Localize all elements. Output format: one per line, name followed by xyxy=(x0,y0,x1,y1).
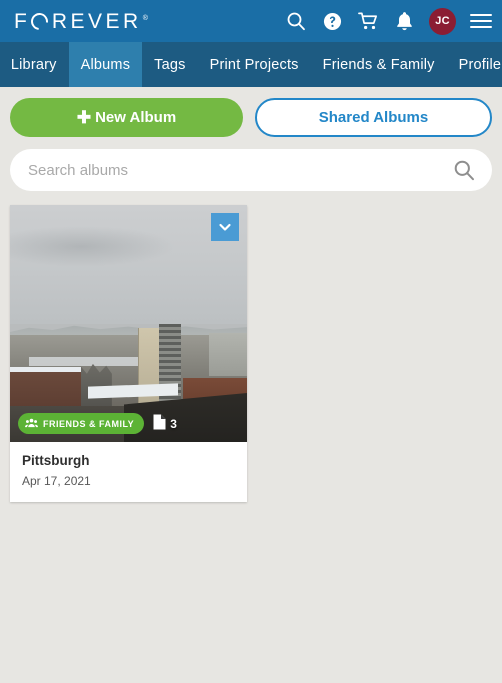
nav-item-library[interactable]: Library xyxy=(0,42,69,87)
hamburger-line xyxy=(470,14,492,16)
logo-text-pre: F xyxy=(14,9,31,33)
hamburger-line xyxy=(470,20,492,22)
hamburger-menu-icon[interactable] xyxy=(470,12,492,30)
header-actions: JC xyxy=(285,7,492,35)
action-button-row: ✚ New Album Shared Albums xyxy=(10,98,492,137)
main-navigation: Library Albums Tags Print Projects Frien… xyxy=(0,42,502,87)
album-thumbnail[interactable]: FRIENDS & FAMILY 3 xyxy=(10,205,247,442)
logo-text-post: REVER xyxy=(51,9,142,33)
plus-icon: ✚ xyxy=(76,108,92,127)
nav-item-profile[interactable]: Profile xyxy=(447,42,502,87)
status-badge-friends-family: FRIENDS & FAMILY xyxy=(18,413,145,434)
search-submit-icon[interactable] xyxy=(450,156,478,184)
album-title: Pittsburgh xyxy=(22,453,90,468)
nav-item-tags[interactable]: Tags xyxy=(142,42,197,87)
search-bar xyxy=(10,149,492,191)
new-album-button[interactable]: ✚ New Album xyxy=(10,98,243,137)
photo-count-label: 3 xyxy=(170,416,177,431)
logo-o-mark xyxy=(27,9,52,33)
album-grid: FRIENDS & FAMILY 3 Pittsburgh Apr 17, 20… xyxy=(10,205,492,503)
friends-family-badge-label: FRIENDS & FAMILY xyxy=(43,418,135,429)
thumbnail-snow xyxy=(28,356,138,367)
people-group-icon xyxy=(25,418,38,430)
search-icon[interactable] xyxy=(285,10,307,32)
page-content: ✚ New Album Shared Albums Search albums … xyxy=(0,87,502,503)
album-photo-count: 3 xyxy=(153,414,177,433)
album-badges: FRIENDS & FAMILY 3 xyxy=(18,413,177,434)
album-info: Pittsburgh Apr 17, 2021 xyxy=(10,442,247,502)
nav-item-albums[interactable]: Albums xyxy=(68,42,143,87)
nav-item-print-projects[interactable]: Print Projects xyxy=(198,42,311,87)
album-menu-button[interactable] xyxy=(211,213,239,241)
top-header-bar: F REVER ® JC xyxy=(0,0,502,42)
shopping-cart-icon[interactable] xyxy=(357,10,379,32)
search-input[interactable] xyxy=(28,161,450,179)
hamburger-line xyxy=(470,26,492,28)
thumbnail-building xyxy=(209,332,247,376)
shared-albums-button[interactable]: Shared Albums xyxy=(255,98,492,137)
avatar[interactable]: JC xyxy=(429,7,456,35)
album-date: Apr 17, 2021 xyxy=(22,474,91,489)
album-card[interactable]: FRIENDS & FAMILY 3 Pittsburgh Apr 17, 20… xyxy=(10,205,247,503)
new-album-label: New Album xyxy=(95,109,177,126)
document-icon xyxy=(153,414,166,433)
forever-logo[interactable]: F REVER ® xyxy=(14,9,148,33)
question-circle-icon[interactable] xyxy=(321,10,343,32)
chevron-down-icon xyxy=(219,223,231,231)
nav-item-friends-family[interactable]: Friends & Family xyxy=(311,42,447,87)
bell-icon[interactable] xyxy=(393,10,415,32)
logo-registered-mark: ® xyxy=(142,14,148,22)
